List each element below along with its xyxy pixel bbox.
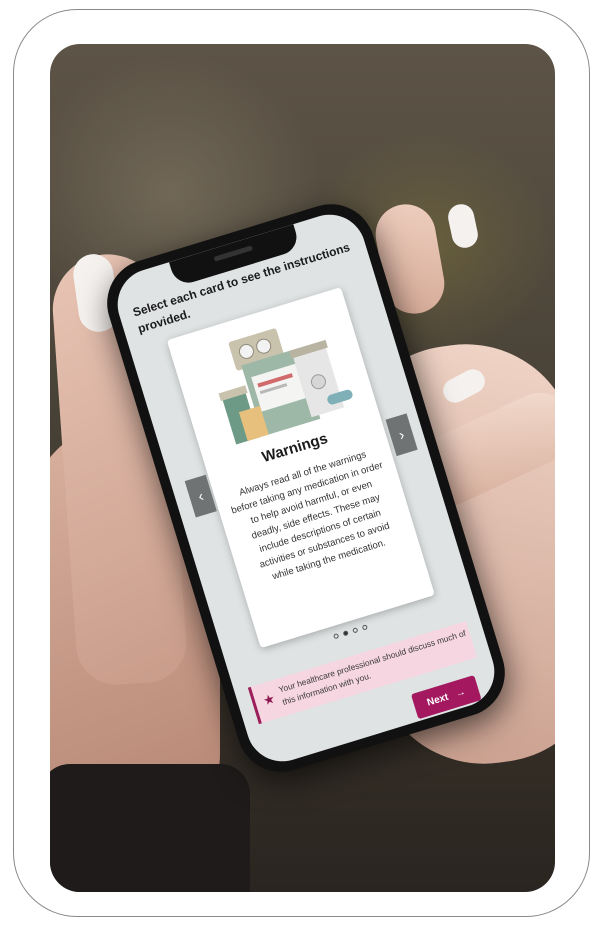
next-button[interactable]: Next →: [410, 675, 482, 720]
carousel-dot[interactable]: [351, 627, 358, 634]
carousel-dot[interactable]: [332, 633, 339, 640]
star-icon: ★: [261, 690, 277, 709]
background-photo: Select each card to see the instructions…: [50, 44, 555, 892]
carousel-card[interactable]: Warnings Always read all of the warnings…: [166, 287, 435, 649]
carousel-dot[interactable]: [361, 624, 368, 631]
finger-nail: [445, 201, 481, 251]
arrow-right-icon: →: [454, 686, 467, 700]
carousel-dot-active[interactable]: [342, 630, 349, 637]
sleeve: [50, 764, 250, 892]
next-button-label: Next: [425, 691, 450, 709]
speaker: [213, 245, 254, 262]
